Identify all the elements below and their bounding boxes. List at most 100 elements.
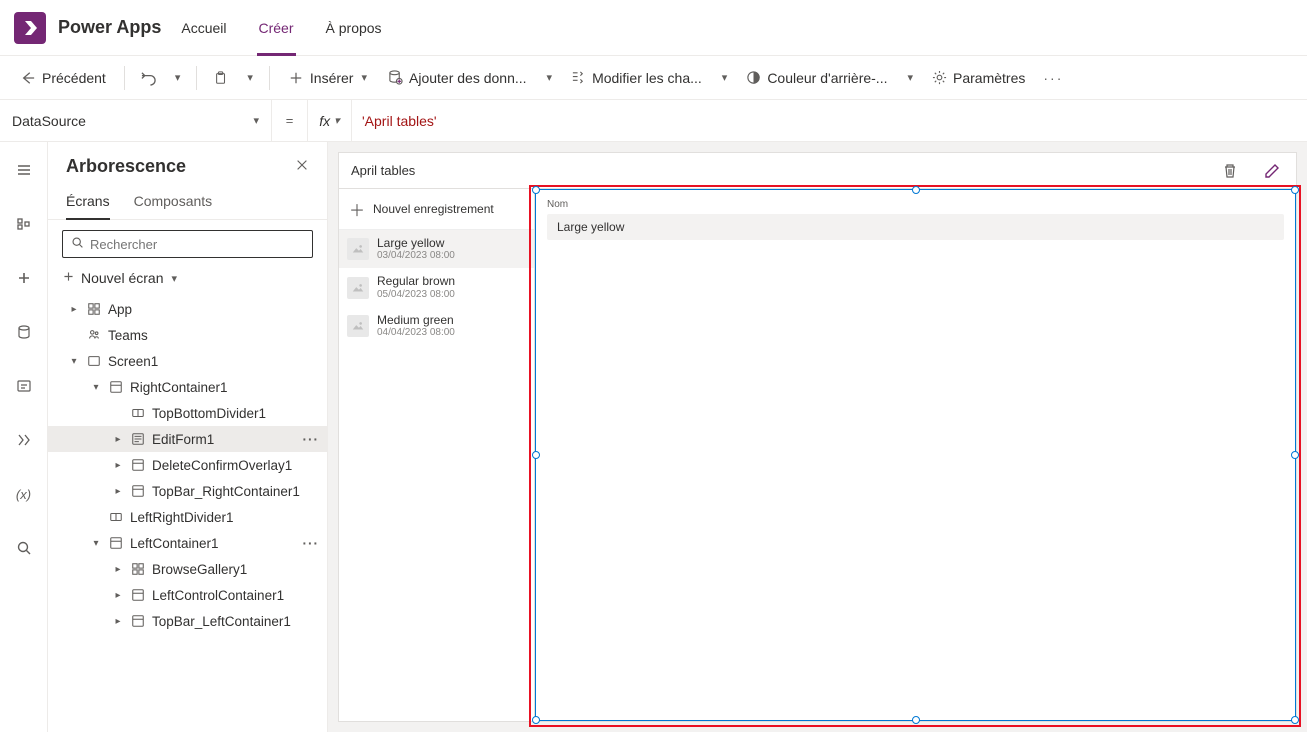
tree-item-DeleteConfirmOverlay1[interactable]: ▸ DeleteConfirmOverlay1 xyxy=(48,452,327,478)
add-data-dropdown[interactable]: ▾ xyxy=(539,65,559,90)
tree-item-LeftControlContainer1[interactable]: ▸LeftControlContainer1 xyxy=(48,582,327,608)
resize-handle[interactable] xyxy=(532,716,540,724)
tree-arrow-icon[interactable]: ▾ xyxy=(90,538,102,549)
search-input[interactable] xyxy=(90,237,304,252)
nav-accueil[interactable]: Accueil xyxy=(179,0,228,56)
preview-topbar: April tables xyxy=(339,153,1296,189)
media-pane-button[interactable] xyxy=(6,368,42,404)
container-icon xyxy=(130,483,146,499)
tab-screens[interactable]: Écrans xyxy=(66,187,110,219)
resize-handle[interactable] xyxy=(912,716,920,724)
back-button[interactable]: Précédent xyxy=(12,64,114,92)
tree-arrow-icon[interactable]: ▸ xyxy=(112,590,124,601)
record-item[interactable]: Large yellow03/04/2023 08:00 xyxy=(339,230,534,268)
insert-button[interactable]: Insérer ▾ xyxy=(280,64,375,92)
record-date: 03/04/2023 08:00 xyxy=(377,250,455,262)
preview-body: ＋ Nouvel enregistrement Large yellow03/0… xyxy=(339,189,1296,721)
tab-components[interactable]: Composants xyxy=(134,187,213,219)
edit-fields-dropdown[interactable]: ▾ xyxy=(714,65,734,90)
image-placeholder-icon xyxy=(347,238,369,260)
add-data-button[interactable]: Ajouter des donn... xyxy=(379,64,535,92)
tree-arrow-icon[interactable]: ▾ xyxy=(90,382,102,393)
tree-arrow-icon[interactable]: ▸ xyxy=(68,304,80,315)
edit-icon[interactable] xyxy=(1260,159,1284,183)
tree-arrow-icon[interactable]: ▾ xyxy=(68,356,80,367)
bg-color-dropdown[interactable]: ▾ xyxy=(899,65,919,90)
tree-item-LeftRightDivider1[interactable]: LeftRightDivider1 xyxy=(48,504,327,530)
search-box[interactable] xyxy=(62,230,313,258)
resize-handle[interactable] xyxy=(1291,451,1299,459)
undo-button[interactable] xyxy=(135,64,163,92)
paste-dropdown[interactable]: ▾ xyxy=(239,65,259,90)
insert-pane-button[interactable] xyxy=(6,260,42,296)
undo-dropdown[interactable]: ▾ xyxy=(167,65,187,90)
tree-arrow-icon[interactable]: ▸ xyxy=(112,616,124,627)
tree-item-label: DeleteConfirmOverlay1 xyxy=(152,458,292,473)
tree-item-Teams[interactable]: Teams xyxy=(48,322,327,348)
tree-arrow-icon[interactable]: ▸ xyxy=(112,434,124,445)
tree-item-TopBar_LeftContainer1[interactable]: ▸TopBar_LeftContainer1 xyxy=(48,608,327,634)
variables-pane-button[interactable]: (x) xyxy=(6,476,42,512)
resize-handle[interactable] xyxy=(532,186,540,194)
record-item[interactable]: Medium green04/04/2023 08:00 xyxy=(339,307,534,345)
chevron-down-icon: ▾ xyxy=(547,71,553,84)
bg-color-button[interactable]: Couleur d'arrière-... xyxy=(737,64,895,92)
command-bar: Précédent ▾ ▾ Insérer ▾ Ajouter des donn… xyxy=(0,56,1307,100)
form-pane[interactable]: Nom Large yellow xyxy=(535,189,1296,721)
edit-fields-button[interactable]: Modifier les cha... xyxy=(562,64,710,92)
gallery-icon xyxy=(130,561,146,577)
formula-input[interactable]: 'April tables' xyxy=(352,100,1307,141)
image-placeholder-icon xyxy=(347,277,369,299)
tree-item-Screen1[interactable]: ▾Screen1 xyxy=(48,348,327,374)
nav-apropos[interactable]: À propos xyxy=(324,0,384,56)
tree-item-App[interactable]: ▸App xyxy=(48,296,327,322)
tree-item-TopBottomDivider1[interactable]: TopBottomDivider1 xyxy=(48,400,327,426)
record-date: 04/04/2023 08:00 xyxy=(377,327,455,339)
tree-item-RightContainer1[interactable]: ▾RightContainer1 xyxy=(48,374,327,400)
fx-icon: fx xyxy=(319,113,330,129)
container-icon xyxy=(130,587,146,603)
more-commands-button[interactable]: ··· xyxy=(1037,64,1069,92)
fx-button[interactable]: fx ▾ xyxy=(308,100,352,141)
tree-item-LeftContainer1[interactable]: ▾LeftContainer1··· xyxy=(48,530,327,556)
divider-icon xyxy=(108,509,124,525)
data-pane-button[interactable] xyxy=(6,314,42,350)
more-icon[interactable]: ··· xyxy=(303,432,320,447)
tree-item-BrowseGallery1[interactable]: ▸BrowseGallery1 xyxy=(48,556,327,582)
close-icon[interactable] xyxy=(295,158,309,175)
divider-icon xyxy=(130,405,146,421)
resize-handle[interactable] xyxy=(1291,186,1299,194)
settings-button[interactable]: Paramètres xyxy=(923,64,1033,92)
more-icon[interactable]: ··· xyxy=(303,536,320,551)
flows-pane-button[interactable] xyxy=(6,422,42,458)
resize-handle[interactable] xyxy=(1291,716,1299,724)
hamburger-button[interactable] xyxy=(6,152,42,188)
resize-handle[interactable] xyxy=(912,186,920,194)
app-title: Power Apps xyxy=(58,17,161,38)
paste-button[interactable] xyxy=(207,64,235,92)
separator xyxy=(196,66,197,90)
tree-view-button[interactable] xyxy=(6,206,42,242)
resize-handle[interactable] xyxy=(532,451,540,459)
property-selector[interactable]: DataSource ▾ xyxy=(0,100,272,141)
delete-icon[interactable] xyxy=(1218,159,1242,183)
tree-arrow-icon[interactable]: ▸ xyxy=(112,486,124,497)
database-icon xyxy=(387,70,403,86)
tree-item-label: Teams xyxy=(108,328,148,343)
tree-item-EditForm1[interactable]: ▸EditForm1··· xyxy=(48,426,327,452)
tree-arrow-icon[interactable]: ▸ xyxy=(112,460,124,471)
nav-creer[interactable]: Créer xyxy=(257,0,296,56)
gear-icon xyxy=(931,70,947,86)
tree-arrow-icon[interactable]: ▸ xyxy=(112,564,124,575)
tree-item-label: LeftRightDivider1 xyxy=(130,510,234,525)
plus-icon xyxy=(288,70,304,86)
new-record-button[interactable]: ＋ Nouvel enregistrement xyxy=(339,189,534,230)
chevron-down-icon: ▾ xyxy=(907,71,913,84)
container-icon xyxy=(108,535,124,551)
tree-item-TopBar_RightContainer1[interactable]: ▸TopBar_RightContainer1 xyxy=(48,478,327,504)
record-item[interactable]: Regular brown05/04/2023 08:00 xyxy=(339,268,534,306)
new-screen-button[interactable]: Nouvel écran ▾ xyxy=(48,264,327,296)
chevron-down-icon: ▾ xyxy=(172,272,178,285)
search-pane-button[interactable] xyxy=(6,530,42,566)
formula-bar: DataSource ▾ = fx ▾ 'April tables' xyxy=(0,100,1307,142)
